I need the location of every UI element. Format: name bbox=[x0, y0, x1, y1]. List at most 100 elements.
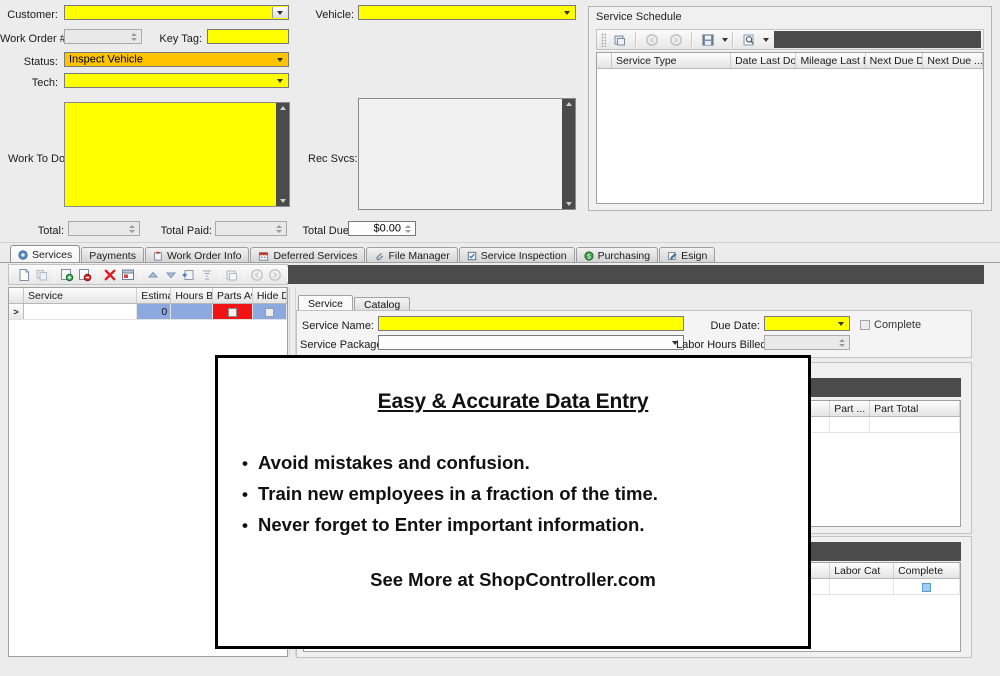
cell-labor-cat[interactable] bbox=[830, 579, 895, 594]
total-due-stepper[interactable] bbox=[402, 223, 414, 234]
column-header-part-total[interactable]: Part Total bbox=[870, 401, 960, 416]
collapse-icon[interactable] bbox=[199, 264, 215, 285]
tab-esign[interactable]: Esign bbox=[659, 247, 716, 263]
work-to-do-textarea[interactable] bbox=[64, 102, 290, 207]
tab-service-inspection[interactable]: Service Inspection bbox=[458, 247, 575, 263]
grid-corner[interactable] bbox=[597, 53, 612, 68]
main-tabstrip[interactable]: Services Payments Work Order Info Deferred … bbox=[10, 245, 716, 263]
window-icon[interactable] bbox=[120, 264, 136, 285]
labor-hours-input[interactable] bbox=[764, 335, 850, 350]
labor-hours-stepper[interactable] bbox=[836, 337, 848, 348]
row-indicator[interactable]: > bbox=[9, 304, 24, 319]
save-icon[interactable] bbox=[697, 29, 719, 50]
total-due-input[interactable]: $0.00 bbox=[348, 221, 416, 236]
inspection-icon bbox=[467, 251, 477, 261]
cell-parts-available[interactable] bbox=[212, 304, 253, 319]
find-dropdown-icon[interactable] bbox=[761, 30, 770, 49]
service-name-input[interactable] bbox=[378, 316, 684, 331]
total-paid-stepper[interactable] bbox=[273, 223, 285, 234]
total-input[interactable] bbox=[68, 221, 140, 236]
toolbar-separator bbox=[691, 32, 693, 47]
add-record-icon[interactable] bbox=[59, 264, 75, 285]
status-value: Inspect Vehicle bbox=[69, 53, 143, 65]
move-up-icon[interactable] bbox=[145, 264, 161, 285]
table-row[interactable]: > 0 bbox=[9, 304, 287, 320]
key-tag-input[interactable] bbox=[207, 29, 289, 44]
back-icon[interactable] bbox=[641, 29, 663, 50]
services-toolbar[interactable] bbox=[8, 264, 346, 285]
service-schedule-grid[interactable]: Service Type Date Last Done Mileage Last… bbox=[596, 52, 984, 204]
tech-combo[interactable] bbox=[64, 73, 289, 88]
promo-bullet: Train new employees in a fraction of the… bbox=[242, 479, 808, 510]
cell-part-total[interactable] bbox=[870, 417, 960, 432]
detail-icon[interactable] bbox=[224, 264, 240, 285]
cell-hours-billed[interactable] bbox=[171, 304, 213, 319]
cell-estimate[interactable]: 0 bbox=[137, 304, 172, 319]
hide-detail-checkbox[interactable] bbox=[264, 307, 274, 317]
column-header-complete[interactable]: Complete bbox=[894, 563, 960, 578]
tab-file-manager[interactable]: File Manager bbox=[366, 247, 458, 263]
cell-complete[interactable] bbox=[894, 579, 960, 594]
column-header-service[interactable]: Service bbox=[24, 288, 138, 303]
forward-icon[interactable] bbox=[267, 264, 283, 285]
tab-purchasing[interactable]: $ Purchasing bbox=[575, 247, 659, 263]
labor-complete-checkbox[interactable] bbox=[922, 582, 932, 592]
total-stepper[interactable] bbox=[126, 223, 138, 234]
copy-icon[interactable] bbox=[34, 264, 50, 285]
delete-icon[interactable] bbox=[102, 264, 118, 285]
new-record-icon[interactable] bbox=[609, 29, 631, 50]
work-order-stepper[interactable] bbox=[128, 31, 140, 42]
cell-hide-detail[interactable] bbox=[252, 304, 287, 319]
move-down-icon[interactable] bbox=[163, 264, 179, 285]
rec-svcs-scrollbar[interactable] bbox=[562, 99, 575, 209]
column-header-next-due[interactable]: Next Due ... bbox=[923, 53, 983, 68]
column-header-estimate[interactable]: Estima... bbox=[137, 288, 172, 303]
tab-payments[interactable]: Payments bbox=[81, 247, 144, 263]
chevron-down-icon[interactable] bbox=[273, 75, 287, 86]
status-combo[interactable]: Inspect Vehicle bbox=[64, 52, 289, 67]
customer-combo[interactable] bbox=[64, 5, 289, 20]
complete-checkbox-row[interactable]: Complete bbox=[860, 319, 921, 331]
new-icon[interactable] bbox=[16, 264, 32, 285]
column-header-parts-available[interactable]: Parts Av... bbox=[213, 288, 253, 303]
cell-service[interactable] bbox=[24, 304, 138, 319]
due-date-combo[interactable] bbox=[764, 316, 850, 331]
vehicle-combo[interactable] bbox=[358, 5, 576, 20]
grid-corner[interactable] bbox=[9, 288, 24, 303]
column-header-labor-cat[interactable]: Labor Cat bbox=[830, 563, 895, 578]
tab-work-order-info[interactable]: Work Order Info bbox=[144, 247, 250, 263]
service-schedule-toolbar[interactable] bbox=[596, 29, 984, 50]
service-name-label: Service Name: bbox=[301, 320, 374, 332]
chevron-down-icon[interactable] bbox=[834, 318, 848, 329]
parts-available-checkbox[interactable] bbox=[227, 307, 237, 317]
toolbar-grip[interactable] bbox=[601, 32, 606, 47]
complete-checkbox[interactable] bbox=[860, 320, 870, 330]
promo-bullet-text: Avoid mistakes and confusion. bbox=[258, 452, 530, 473]
column-header-date-last-done[interactable]: Date Last Done bbox=[731, 53, 797, 68]
chevron-down-icon[interactable] bbox=[273, 54, 287, 65]
work-to-do-scrollbar[interactable] bbox=[276, 103, 289, 206]
tab-services[interactable]: Services bbox=[10, 245, 81, 263]
back-icon[interactable] bbox=[249, 264, 265, 285]
save-dropdown-icon[interactable] bbox=[720, 30, 729, 49]
column-header-service-type[interactable]: Service Type bbox=[612, 53, 732, 68]
service-package-combo[interactable] bbox=[378, 335, 684, 350]
forward-icon[interactable] bbox=[665, 29, 687, 50]
work-order-number-input[interactable] bbox=[64, 29, 142, 44]
cell-part[interactable] bbox=[830, 417, 871, 432]
chevron-down-icon[interactable] bbox=[272, 7, 287, 18]
tab-deferred-services[interactable]: Deferred Services bbox=[250, 247, 366, 263]
find-icon[interactable] bbox=[738, 29, 760, 50]
remove-record-icon[interactable] bbox=[77, 264, 93, 285]
paperclip-icon bbox=[374, 251, 384, 261]
column-header-next-due-date[interactable]: Next Due Date bbox=[866, 53, 924, 68]
rec-svcs-textarea[interactable] bbox=[358, 98, 576, 210]
total-paid-input[interactable] bbox=[215, 221, 287, 236]
column-header-hide-detail[interactable]: Hide D... bbox=[253, 288, 287, 303]
column-header-mileage-last-done[interactable]: Mileage Last Done bbox=[796, 53, 866, 68]
promo-bullet-text: Never forget to Enter important informat… bbox=[258, 514, 645, 535]
indent-icon[interactable] bbox=[181, 264, 197, 285]
chevron-down-icon[interactable] bbox=[560, 7, 574, 18]
column-header-hours-billed[interactable]: Hours Bil... bbox=[171, 288, 214, 303]
column-header-part[interactable]: Part ... bbox=[830, 401, 871, 416]
